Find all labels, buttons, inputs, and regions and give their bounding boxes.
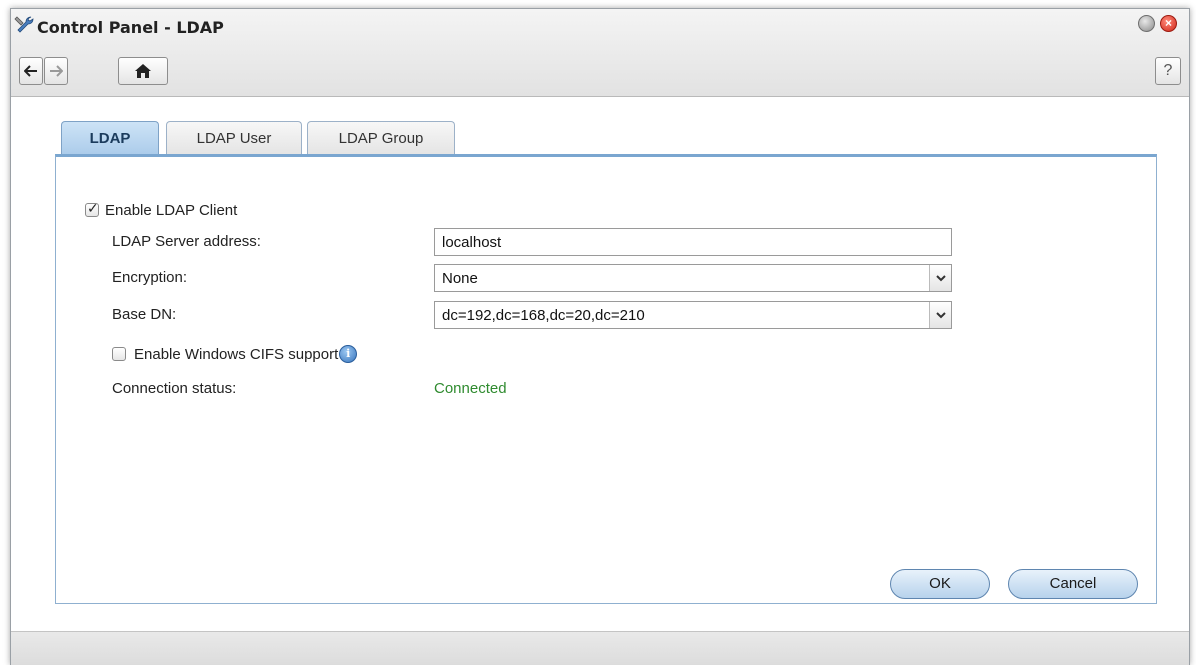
minimize-button[interactable] — [1138, 15, 1155, 32]
connection-status-label: Connection status: — [112, 380, 237, 397]
encryption-select[interactable]: None — [434, 264, 952, 292]
server-address-value: localhost — [442, 233, 502, 251]
server-address-label: LDAP Server address: — [112, 233, 261, 250]
enable-ldap-row: Enable LDAP Client — [85, 197, 237, 223]
ldap-settings-panel: Enable LDAP Client LDAP Server address: … — [55, 154, 1157, 604]
cifs-label: Enable Windows CIFS support — [134, 345, 339, 363]
window-title: Control Panel - LDAP — [37, 18, 224, 37]
server-address-input[interactable]: localhost — [434, 228, 952, 256]
control-panel-window: Control Panel - LDAP × ? LDAP LDAP User … — [10, 8, 1190, 665]
arrow-right-icon — [50, 65, 63, 77]
info-icon[interactable]: i — [339, 345, 358, 363]
cifs-checkbox[interactable] — [112, 347, 126, 361]
tab-ldap-group[interactable]: LDAP Group — [307, 121, 455, 155]
home-button[interactable] — [118, 57, 168, 85]
close-button[interactable]: × — [1160, 15, 1177, 32]
enable-ldap-label: Enable LDAP Client — [105, 201, 238, 219]
base-dn-value: dc=192,dc=168,dc=20,dc=210 — [442, 306, 645, 324]
back-button[interactable] — [19, 57, 43, 85]
control-panel-tools-icon — [13, 14, 35, 36]
connection-status-value: Connected — [434, 380, 507, 397]
chevron-down-icon[interactable] — [929, 302, 951, 328]
home-icon — [135, 64, 151, 78]
cifs-row: Enable Windows CIFS support i — [112, 341, 358, 367]
chevron-down-icon[interactable] — [929, 265, 951, 291]
base-dn-label: Base DN: — [112, 306, 177, 323]
title-bar: Control Panel - LDAP × ? — [11, 9, 1189, 97]
encryption-value: None — [442, 269, 478, 287]
ok-button[interactable]: OK — [890, 569, 990, 599]
forward-button[interactable] — [44, 57, 68, 85]
enable-ldap-checkbox[interactable] — [85, 200, 99, 217]
base-dn-select[interactable]: dc=192,dc=168,dc=20,dc=210 — [434, 301, 952, 329]
cancel-button[interactable]: Cancel — [1008, 569, 1138, 599]
arrow-left-icon — [24, 65, 37, 77]
encryption-label: Encryption: — [112, 269, 188, 286]
help-button[interactable]: ? — [1155, 57, 1181, 85]
status-bar — [11, 631, 1189, 665]
tab-ldap[interactable]: LDAP — [61, 121, 159, 156]
tab-ldap-user[interactable]: LDAP User — [166, 121, 302, 155]
